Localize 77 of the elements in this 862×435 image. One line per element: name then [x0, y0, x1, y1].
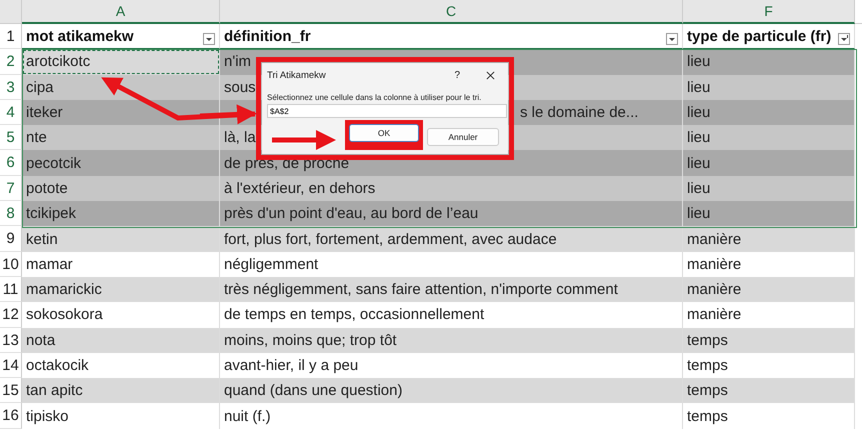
- row-number[interactable]: 5: [0, 125, 22, 150]
- table-cell-text: lieu: [687, 154, 710, 174]
- table-cell-text: sokosokora: [26, 305, 103, 326]
- table-cell-text: tipisko: [26, 406, 69, 427]
- row-number[interactable]: 10: [0, 252, 22, 277]
- column-header[interactable]: C: [220, 0, 683, 24]
- table-cell-text: iteker: [26, 103, 63, 124]
- table-cell-text: temps: [687, 406, 728, 427]
- table-cell-text: pecotcik: [26, 154, 82, 174]
- table-cell-text: négligemment: [224, 254, 318, 275]
- row-number[interactable]: 3: [0, 74, 22, 100]
- dialog-prompt: Sélectionnez une cellule dans la colonne à utiliser pour le tri.: [267, 93, 482, 102]
- help-button[interactable]: ?: [454, 70, 460, 80]
- table-cell-text: manière: [687, 305, 742, 326]
- dialog-button[interactable]: Annuler: [427, 128, 499, 146]
- table-cell-text: avant-hier, il y a peu: [224, 356, 358, 376]
- filter-dropdown-icon[interactable]: [666, 33, 678, 46]
- row-number[interactable]: 16: [0, 403, 22, 429]
- table-cell-text: près d'un point d'eau, au bord de l’eau: [224, 204, 478, 224]
- table-cell-text: fort, plus fort, fortement, ardemment, avec audace: [224, 230, 557, 250]
- table-cell-text: manière: [687, 280, 742, 300]
- table-cell-text: tan apitc: [26, 381, 83, 402]
- table-cell-text: manière: [687, 230, 742, 250]
- table-cell-text: arotcikotc: [26, 52, 90, 72]
- table-cell-text: octakocik: [26, 356, 89, 376]
- table-cell-text: manière: [687, 254, 742, 275]
- column-title: type de particule (fr): [687, 26, 832, 47]
- sort-filter-icon[interactable]: [838, 33, 850, 46]
- table-cell-text: nuit (f.): [224, 406, 271, 427]
- row-number[interactable]: 9: [0, 226, 22, 252]
- table-cell-text: lieu: [687, 78, 710, 98]
- row-number[interactable]: 1: [0, 24, 22, 50]
- table-cell-text: lieu: [687, 204, 710, 224]
- row-number[interactable]: 8: [0, 201, 22, 226]
- table-cell-text: nte: [26, 128, 47, 148]
- table-cell-text: sous: [224, 78, 256, 98]
- row-number[interactable]: 15: [0, 378, 22, 404]
- table-cell-text: temps: [687, 330, 728, 351]
- table-cell-text: de temps en temps, occasionnellement: [224, 305, 484, 326]
- row-number[interactable]: 6: [0, 150, 22, 176]
- table-cell-text: temps: [687, 356, 728, 376]
- table-cell-text: mamar: [26, 254, 73, 275]
- table-cell-text: ketin: [26, 230, 58, 250]
- column-header[interactable]: A: [22, 0, 220, 24]
- row-number[interactable]: 12: [0, 302, 22, 328]
- filter-dropdown-icon[interactable]: [203, 33, 215, 46]
- column-header[interactable]: F: [683, 0, 855, 24]
- row-number[interactable]: 7: [0, 176, 22, 202]
- table-cell-text: s le domaine de...: [520, 103, 638, 124]
- table-cell-text: nota: [26, 330, 56, 351]
- table-cell-text: très négligemment, sans faire attention, n'importe comment: [224, 280, 618, 300]
- arrow: [272, 130, 336, 150]
- row-number[interactable]: 11: [0, 276, 22, 302]
- close-icon[interactable]: [486, 70, 495, 80]
- column-title: mot atikamekw: [26, 26, 134, 47]
- table-cell-text: mamarickic: [26, 280, 102, 300]
- dialog-title: Tri Atikamekw: [267, 70, 327, 80]
- table-cell-text: quand (dans une question): [224, 381, 402, 402]
- table-cell-text: temps: [687, 381, 728, 402]
- cell-reference-field[interactable]: $A$2: [267, 104, 507, 118]
- row-number[interactable]: 4: [0, 100, 22, 126]
- table-cell-text: lieu: [687, 128, 710, 148]
- table-cell-text: lieu: [687, 52, 710, 72]
- table-cell-text: lieu: [687, 103, 710, 124]
- table-cell-text: moins, moins que; trop tôt: [224, 330, 397, 351]
- row-number[interactable]: 14: [0, 352, 22, 378]
- dialog-button[interactable]: OK: [349, 124, 419, 142]
- table-cell-text: cipa: [26, 78, 54, 98]
- column-title: définition_fr: [224, 26, 311, 47]
- table-cell-text: potote: [26, 178, 68, 199]
- row-number[interactable]: 13: [0, 328, 22, 353]
- table-cell-text: là, la: [224, 128, 256, 148]
- table-cell-text: à l'extérieur, en dehors: [224, 178, 376, 199]
- table-cell-text: lieu: [687, 178, 710, 199]
- table-cell-text: n'im: [224, 52, 252, 72]
- table-cell-text: tcikipek: [26, 204, 76, 224]
- row-number[interactable]: 2: [0, 49, 22, 75]
